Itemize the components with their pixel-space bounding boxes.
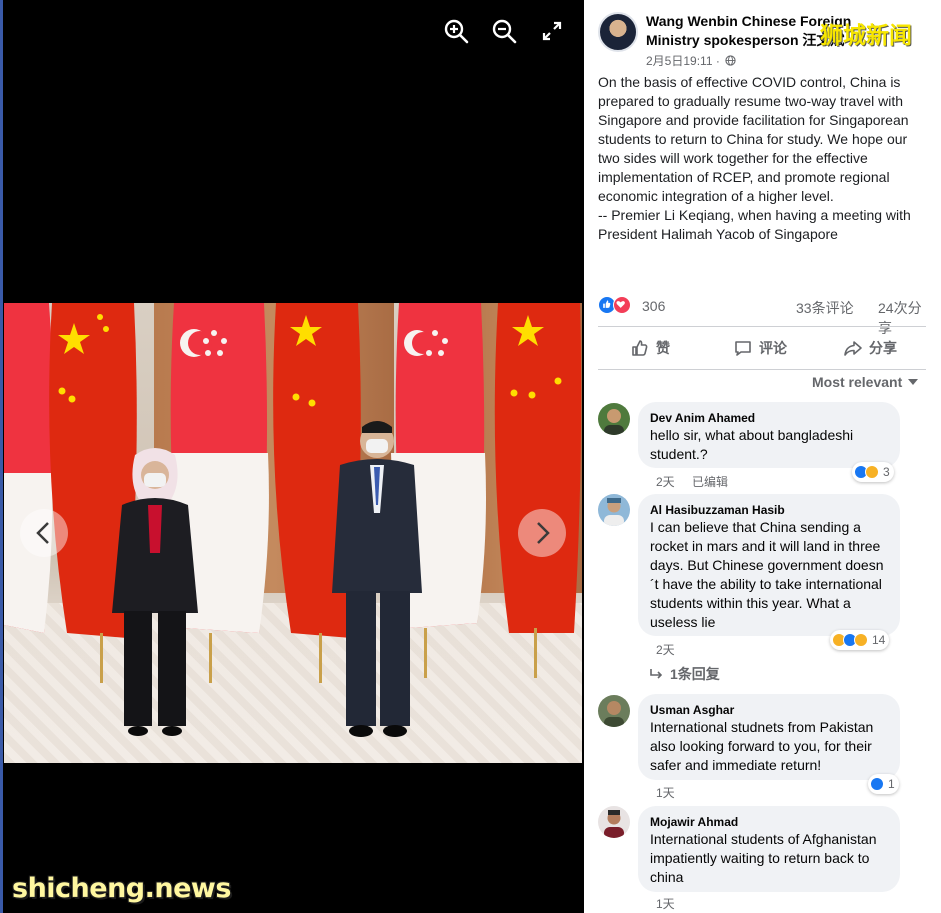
comment-label: 评论	[759, 340, 787, 356]
post-panel: Wang Wenbin Chinese Foreign Ministry spo…	[584, 0, 941, 913]
flag-pole	[534, 628, 537, 678]
window-edge	[0, 0, 3, 913]
comment-time[interactable]: 1天	[656, 895, 675, 912]
person-man	[332, 421, 422, 737]
like-label: 赞	[656, 340, 670, 356]
post-timestamp[interactable]: 2月5日19:11 ·	[646, 52, 736, 69]
photo-viewer: shicheng.news	[0, 0, 584, 913]
comment-bubble: Usman Asghar International studnets from…	[638, 694, 900, 780]
sad-reaction-icon	[854, 633, 868, 647]
next-photo-button[interactable]	[518, 509, 566, 557]
watermark: shicheng.news	[12, 873, 231, 904]
comment-count[interactable]: 33条评论	[796, 298, 854, 318]
chevron-right-icon	[537, 522, 550, 544]
comment-reactions[interactable]: 14	[830, 630, 890, 650]
commenter-name[interactable]: Dev Anim Ahamed	[650, 410, 888, 426]
commenter-name[interactable]: Al Hasibuzzaman Hasib	[650, 502, 888, 518]
comment-icon	[735, 341, 751, 356]
like-reaction-icon	[870, 777, 884, 791]
comment-bubble: Al Hasibuzzaman Hasib I can believe that…	[638, 494, 900, 636]
thumbs-up-icon	[632, 340, 648, 356]
zoom-in-icon[interactable]	[441, 16, 471, 46]
replies-label: 1条回复	[670, 666, 720, 682]
divider	[598, 369, 926, 370]
share-label: 分享	[869, 340, 897, 356]
comment-reaction-count: 1	[888, 777, 895, 791]
zoom-out-icon[interactable]	[489, 16, 519, 46]
comment-time[interactable]: 2天	[656, 473, 675, 490]
comment-reaction-count: 14	[872, 633, 886, 647]
commenter-avatar[interactable]	[598, 403, 630, 435]
reaction-summary[interactable]: 306 33条评论 24次分享	[598, 296, 926, 336]
view-replies-button[interactable]: 1条回复	[650, 664, 720, 684]
author-avatar[interactable]	[598, 12, 638, 52]
comment-text: I can believe that China sending a rocke…	[650, 519, 884, 630]
sort-label: Most relevant	[812, 374, 903, 390]
globe-icon	[725, 55, 736, 66]
comment-reaction-count: 3	[883, 465, 890, 479]
wow-reaction-icon	[865, 465, 879, 479]
commenter-avatar[interactable]	[598, 494, 630, 526]
watermark: 狮城新闻	[820, 23, 912, 49]
comment-sort-dropdown[interactable]: Most relevant	[812, 374, 919, 390]
comment-bubble: Dev Anim Ahamed hello sir, what about ba…	[638, 402, 900, 468]
comment-bubble: Mojawir Ahmad International students of …	[638, 806, 900, 892]
commenter-avatar[interactable]	[598, 695, 630, 727]
comment-text: hello sir, what about bangladeshi studen…	[650, 427, 854, 462]
like-button[interactable]: 赞	[630, 330, 670, 366]
comment-reactions[interactable]: 1	[868, 774, 899, 794]
comment-reactions[interactable]: 3	[852, 462, 894, 482]
reply-arrow-icon	[650, 669, 662, 679]
chevron-left-icon	[36, 522, 49, 544]
reaction-count: 306	[642, 298, 666, 314]
commenter-name[interactable]: Usman Asghar	[650, 702, 888, 718]
comment-text: International students of Afghanistan im…	[650, 831, 877, 885]
edited-label: 已编辑	[692, 475, 729, 489]
commenter-name[interactable]: Mojawir Ahmad	[650, 814, 888, 830]
comment-time[interactable]: 1天	[656, 784, 675, 801]
share-button[interactable]: 分享	[843, 330, 897, 366]
share-icon	[844, 341, 862, 356]
person-woman	[112, 448, 198, 736]
comment-button[interactable]: 评论	[733, 330, 787, 366]
previous-photo-button[interactable]	[20, 509, 68, 557]
caret-down-icon	[908, 379, 919, 385]
post-photo	[4, 303, 582, 763]
divider	[598, 326, 926, 327]
comment-time[interactable]: 2天	[656, 641, 675, 658]
commenter-avatar[interactable]	[598, 806, 630, 838]
fullscreen-icon[interactable]	[537, 16, 567, 46]
post-actions: 赞 评论 分享	[598, 330, 926, 366]
love-reaction-icon	[613, 296, 631, 314]
timestamp-text: 2月5日19:11 ·	[646, 54, 720, 68]
post-text: On the basis of effective COVID control,…	[598, 74, 911, 242]
china-flag	[494, 303, 582, 633]
comment-text: International studnets from Pakistan als…	[650, 719, 874, 773]
